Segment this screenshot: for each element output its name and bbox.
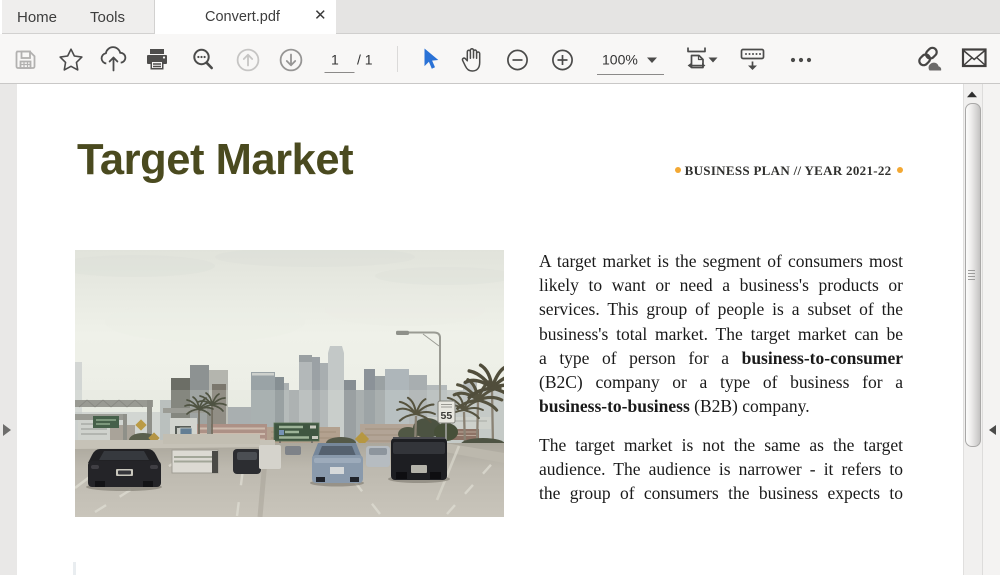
svg-text:1: 1	[331, 52, 339, 68]
svg-text:/ 1: / 1	[357, 52, 373, 68]
svg-text:100%: 100%	[602, 52, 638, 68]
svg-text:55: 55	[441, 410, 453, 422]
